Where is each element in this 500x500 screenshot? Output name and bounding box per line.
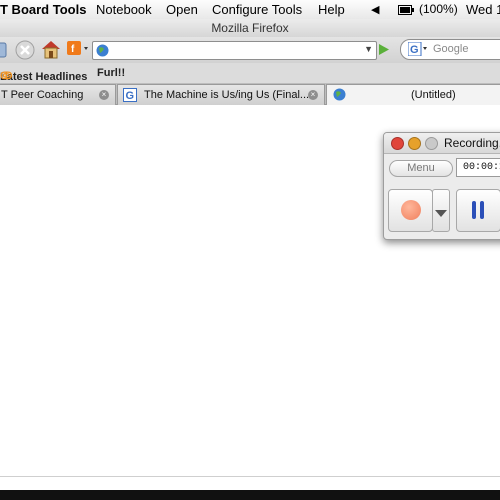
menu-open[interactable]: Open [166,2,198,17]
app-menu[interactable]: T Board Tools [0,2,86,17]
menu-bar: T Board Tools Notebook Open Configure To… [0,0,500,20]
record-options-button[interactable] [432,189,450,232]
svg-text:G: G [126,90,135,102]
tab-label: T Peer Coaching [1,89,84,101]
chevron-down-icon [435,205,447,223]
tab-bar: T Peer Coaching × G The Machine is Us/in… [0,83,500,105]
close-tab-icon[interactable]: × [308,90,318,100]
go-icon[interactable] [376,42,391,62]
menu-notebook[interactable]: Notebook [96,2,152,17]
menu-clock[interactable]: Wed 1 [466,2,500,17]
battery-percent: (100%) [419,2,458,16]
recorder-menu-button[interactable]: Menu [389,160,453,177]
stop-icon[interactable] [15,40,35,65]
recording-timer: 00:00:10 [456,158,500,177]
search-input[interactable]: Google [433,43,468,55]
volume-icon[interactable]: ◀ [371,3,379,16]
dock-strip [0,490,500,500]
menu-configure-tools[interactable]: Configure Tools [212,2,302,17]
bookmarks-toolbar: Latest Headlines ↂ Furl!! [0,63,500,83]
window-title: Mozilla Firefox [0,19,500,37]
tab-untitled[interactable]: (Untitled) [326,84,500,105]
svg-text:G: G [410,44,419,56]
tab-label: (Untitled) [411,89,456,101]
menu-help[interactable]: Help [318,2,345,17]
battery-icon[interactable] [398,3,414,18]
record-icon [401,200,421,220]
navigation-toolbar: f ▼ G Google [0,37,500,63]
google-icon[interactable]: G [407,41,428,61]
pause-icon [471,201,485,224]
globe-icon [333,88,346,104]
furl-icon[interactable]: f [67,41,91,62]
recording-titlebar[interactable]: Recording... [384,133,500,154]
reload-icon[interactable] [0,41,8,64]
url-bar[interactable]: ▼ [92,41,377,60]
close-window-icon[interactable] [391,137,404,150]
search-bar[interactable]: G Google [400,39,500,60]
url-dropdown-icon[interactable]: ▼ [364,44,373,54]
bookmark-furl[interactable]: Furl!! [97,67,125,79]
zoom-window-icon[interactable] [425,137,438,150]
record-button[interactable] [388,189,433,232]
recording-title: Recording... [444,136,500,150]
google-favicon-icon: G [123,88,137,105]
tab-label: The Machine is Us/ing Us (Final... [144,89,310,101]
globe-icon [96,44,109,62]
close-tab-icon[interactable]: × [99,90,109,100]
bookmark-label: Latest Headlines [0,71,88,83]
tab-machine-is-us[interactable]: G The Machine is Us/ing Us (Final... × [117,84,325,105]
tab-peer-coaching[interactable]: T Peer Coaching × [0,84,116,105]
rss-icon: ↂ [0,71,13,82]
minimize-window-icon[interactable] [408,137,421,150]
pause-button[interactable] [456,189,500,232]
status-divider [0,476,500,477]
home-icon[interactable] [40,39,62,64]
recording-window: Recording... Menu 00:00:10 [383,132,500,240]
